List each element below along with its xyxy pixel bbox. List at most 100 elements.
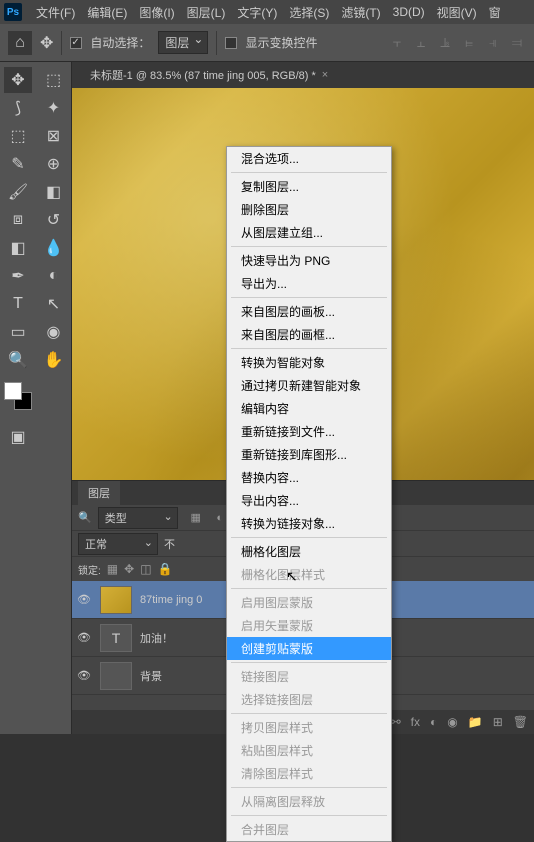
auto-select-label: 自动选择：: [90, 34, 150, 51]
options-bar: ⌂ ✥ 自动选择： 图层 显示变换控件 ⫟ ⫠ ⫡ ⫢ ⫣ ⫤: [0, 24, 534, 62]
lock-label: 锁定:: [78, 562, 101, 577]
visibility-icon[interactable]: 👁: [76, 593, 92, 606]
lock-all-icon[interactable]: 🔒: [158, 562, 173, 576]
context-menu-separator: [231, 172, 387, 173]
toolbar-col1: ✥ ⟆ ⬚ ✎ 🖌 ⧈ ◧ ✒ T ▭ 🔍 ▣: [0, 62, 36, 734]
color-swatches[interactable]: [4, 382, 32, 410]
context-menu-item[interactable]: 重新链接到文件...: [227, 420, 391, 443]
blur-tool[interactable]: 💧: [40, 235, 68, 261]
wand-tool[interactable]: ✦: [40, 95, 68, 121]
eraser-tool[interactable]: ◧: [40, 179, 68, 205]
clone-tool[interactable]: ⧈: [4, 207, 32, 233]
history-brush-tool[interactable]: ↺: [40, 207, 68, 233]
mask-icon[interactable]: ◐: [430, 715, 437, 729]
align-middle-icon[interactable]: ⫣: [484, 34, 502, 52]
adjustment-icon[interactable]: ◉: [447, 715, 457, 729]
context-menu-item[interactable]: 来自图层的画框...: [227, 323, 391, 346]
context-menu-item[interactable]: 删除图层: [227, 198, 391, 221]
lock-artboard-icon[interactable]: ◫: [140, 562, 151, 576]
eyedropper-tool[interactable]: ✎: [4, 151, 32, 177]
opacity-label: 不: [164, 536, 175, 552]
context-menu-item[interactable]: 复制图层...: [227, 175, 391, 198]
align-center-icon[interactable]: ⫠: [412, 34, 430, 52]
context-menu-item[interactable]: 栅格化图层: [227, 540, 391, 563]
context-menu-item[interactable]: 通过拷贝新建智能对象: [227, 374, 391, 397]
shape-tool[interactable]: ◉: [40, 319, 68, 345]
menu-3d[interactable]: 3D(D): [387, 5, 431, 19]
context-menu-item[interactable]: 混合选项...: [227, 147, 391, 170]
context-menu-item[interactable]: 替换内容...: [227, 466, 391, 489]
context-menu-item[interactable]: 来自图层的画板...: [227, 300, 391, 323]
heal-tool[interactable]: ⊕: [40, 151, 68, 177]
menu-filter[interactable]: 滤镜(T): [335, 4, 386, 21]
menu-layer[interactable]: 图层(L): [181, 4, 232, 21]
pen-tool[interactable]: ✒: [4, 263, 32, 289]
home-button[interactable]: ⌂: [8, 31, 32, 55]
context-menu-separator: [231, 588, 387, 589]
menu-type[interactable]: 文字(Y): [231, 4, 283, 21]
menu-image[interactable]: 图像(I): [133, 4, 180, 21]
divider: [216, 31, 217, 55]
context-menu-item[interactable]: 从图层建立组...: [227, 221, 391, 244]
trash-icon[interactable]: 🗑: [513, 715, 528, 729]
show-transform-checkbox[interactable]: [225, 37, 237, 49]
rectangle-tool[interactable]: ▭: [4, 319, 32, 345]
context-menu-item[interactable]: 快速导出为 PNG: [227, 249, 391, 272]
context-menu: 混合选项... 复制图层...删除图层从图层建立组... 快速导出为 PNG导出为.…: [226, 146, 392, 842]
auto-select-target[interactable]: 图层: [158, 31, 208, 54]
crop-tool[interactable]: ⬚: [4, 123, 32, 149]
context-menu-item[interactable]: 导出为...: [227, 272, 391, 295]
close-icon[interactable]: ×: [322, 69, 328, 81]
fx-icon[interactable]: fx: [411, 715, 420, 729]
align-bottom-icon[interactable]: ⫤: [508, 34, 526, 52]
menu-file[interactable]: 文件(F): [30, 4, 81, 21]
link-layers-icon[interactable]: ⚯: [391, 715, 401, 729]
move-tool[interactable]: ✥: [4, 67, 32, 93]
fg-color-swatch[interactable]: [4, 382, 22, 400]
context-menu-item: 启用图层蒙版: [227, 591, 391, 614]
group-icon[interactable]: 📁: [468, 715, 483, 729]
document-tab[interactable]: 未标题-1 @ 83.5% (87 time jing 005, RGB/8) …: [82, 63, 336, 87]
path-tool[interactable]: ↖: [40, 291, 68, 317]
context-menu-item[interactable]: 转换为智能对象: [227, 351, 391, 374]
visibility-icon[interactable]: 👁: [76, 631, 92, 644]
context-menu-item[interactable]: 编辑内容: [227, 397, 391, 420]
context-menu-item[interactable]: 重新链接到库图形...: [227, 443, 391, 466]
layer-thumbnail[interactable]: [100, 586, 132, 614]
menu-view[interactable]: 视图(V): [431, 4, 483, 21]
visibility-icon[interactable]: 👁: [76, 669, 92, 682]
hand-tool[interactable]: ✋: [40, 347, 68, 373]
layers-tab[interactable]: 图层: [78, 481, 120, 505]
lock-pixels-icon[interactable]: ▦: [107, 562, 118, 576]
layer-thumbnail[interactable]: T: [100, 624, 132, 652]
context-menu-item[interactable]: 转换为链接对象...: [227, 512, 391, 535]
new-layer-icon[interactable]: ⊞: [493, 715, 503, 729]
gradient-tool[interactable]: ◧: [4, 235, 32, 261]
dodge-tool[interactable]: ◐: [40, 263, 68, 289]
zoom-tool[interactable]: 🔍: [4, 347, 32, 373]
filter-kind-select[interactable]: 类型: [98, 507, 178, 529]
auto-select-checkbox[interactable]: [70, 37, 82, 49]
align-right-icon[interactable]: ⫡: [436, 34, 454, 52]
type-tool[interactable]: T: [4, 291, 32, 317]
brush-tool[interactable]: 🖌: [4, 179, 32, 205]
layer-name: 背景: [140, 668, 162, 684]
lasso-tool[interactable]: ⟆: [4, 95, 32, 121]
menu-edit[interactable]: 编辑(E): [81, 4, 133, 21]
context-menu-item[interactable]: 导出内容...: [227, 489, 391, 512]
lock-position-icon[interactable]: ✥: [124, 562, 134, 576]
filter-pixel-icon[interactable]: ▦: [188, 510, 204, 526]
marquee-tool[interactable]: ⬚: [40, 67, 68, 93]
menu-window[interactable]: 窗: [483, 4, 507, 21]
context-menu-item: 粘贴图层样式: [227, 739, 391, 762]
align-top-icon[interactable]: ⫢: [460, 34, 478, 52]
menu-select[interactable]: 选择(S): [283, 4, 335, 21]
align-left-icon[interactable]: ⫟: [388, 34, 406, 52]
context-menu-item[interactable]: 创建剪贴蒙版: [227, 637, 391, 660]
filter-kind-icon[interactable]: 🔍: [78, 511, 92, 524]
blend-mode-select[interactable]: 正常: [78, 533, 158, 555]
frame-tool[interactable]: ⊠: [40, 123, 68, 149]
quickmask-tool[interactable]: ▣: [4, 424, 32, 450]
context-menu-separator: [231, 348, 387, 349]
layer-thumbnail[interactable]: [100, 662, 132, 690]
